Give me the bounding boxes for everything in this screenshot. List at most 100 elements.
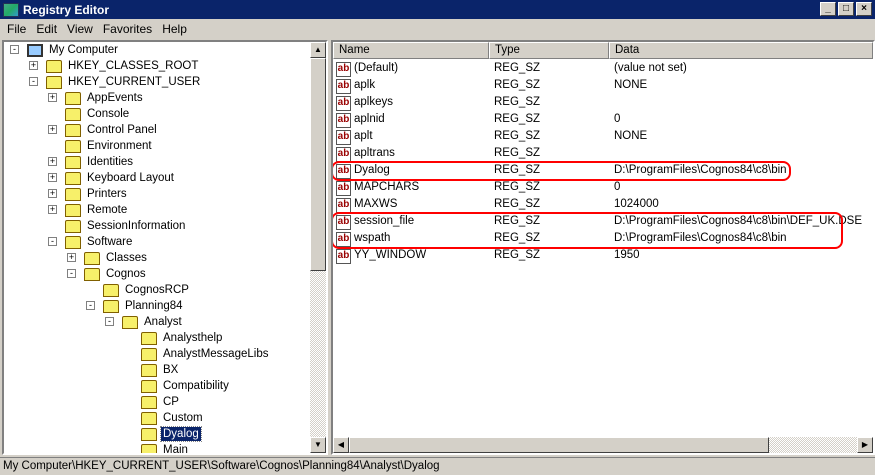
value-type: REG_SZ	[494, 147, 541, 159]
value-type: REG_SZ	[494, 181, 541, 193]
tree-item-hkey-current-user[interactable]: - HKEY_CURRENT_USER	[29, 74, 202, 90]
expand-icon[interactable]: +	[48, 205, 57, 214]
expand-icon[interactable]: +	[48, 125, 57, 134]
folder-icon	[65, 187, 81, 201]
value-name: MAXWS	[354, 198, 398, 210]
collapse-icon[interactable]: -	[67, 269, 76, 278]
column-header-type[interactable]: Type	[489, 42, 609, 59]
string-value-icon: ab	[336, 249, 351, 264]
values-horizontal-scrollbar[interactable]: ◀ ▶	[333, 437, 873, 453]
scroll-down-button[interactable]: ▼	[310, 437, 326, 453]
tree-item-label: Main	[163, 444, 188, 455]
close-button[interactable]: ×	[856, 2, 872, 16]
tree-item-label: Keyboard Layout	[87, 172, 174, 184]
tree-item-dyalog[interactable]: Dyalog	[141, 426, 202, 442]
scroll-up-button[interactable]: ▲	[310, 42, 326, 58]
tree-item-planning84[interactable]: - Planning84	[86, 298, 185, 314]
menu-help[interactable]: Help	[157, 22, 192, 36]
tree-item-hkey-classes-root[interactable]: + HKEY_CLASSES_ROOT	[29, 58, 200, 74]
collapse-icon[interactable]: -	[48, 237, 57, 246]
string-value-icon: ab	[336, 96, 351, 111]
tree-item-identities[interactable]: + Identities	[48, 154, 135, 170]
value-data: 0	[614, 113, 621, 125]
expand-icon[interactable]: +	[48, 173, 57, 182]
value-row[interactable]: ab aplt REG_SZ NONE	[333, 129, 873, 146]
folder-icon	[65, 107, 81, 121]
folder-icon	[65, 123, 81, 137]
tree-item-keyboard-layout[interactable]: + Keyboard Layout	[48, 170, 176, 186]
collapse-icon[interactable]: -	[86, 301, 95, 310]
h-scroll-thumb[interactable]	[349, 437, 769, 453]
value-type: REG_SZ	[494, 249, 541, 261]
value-row[interactable]: ab aplk REG_SZ NONE	[333, 78, 873, 95]
scroll-right-button[interactable]: ▶	[857, 437, 873, 453]
tree-item-environment[interactable]: Environment	[65, 138, 154, 154]
column-header-data[interactable]: Data	[609, 42, 873, 59]
tree-item-cognosrcp[interactable]: CognosRCP	[103, 282, 191, 298]
folder-icon	[141, 331, 157, 345]
tree-item-label: Software	[87, 236, 133, 248]
folder-icon	[46, 75, 62, 89]
string-value-icon: ab	[336, 113, 351, 128]
value-name: aplt	[354, 130, 373, 142]
collapse-icon[interactable]: -	[105, 317, 114, 326]
key-tree-pane: - My Computer + HKEY_CLASSES_ROOT - HKEY_CURR…	[2, 40, 328, 455]
value-row[interactable]: ab aplnid REG_SZ 0	[333, 112, 873, 129]
scroll-thumb[interactable]	[310, 58, 326, 271]
tree-item-console[interactable]: Console	[65, 106, 131, 122]
tree-item-bx[interactable]: BX	[141, 362, 180, 378]
folder-icon	[141, 347, 157, 361]
tree-item-my-computer[interactable]: - My Computer	[10, 42, 120, 58]
scroll-left-button[interactable]: ◀	[333, 437, 349, 453]
menu-file[interactable]: File	[2, 22, 31, 36]
value-row[interactable]: ab aplkeys REG_SZ	[333, 95, 873, 112]
minimize-button[interactable]: _	[820, 2, 836, 16]
tree-item-analystmessagelibs[interactable]: AnalystMessageLibs	[141, 346, 270, 362]
tree-item-main[interactable]: Main	[141, 442, 190, 455]
folder-icon	[65, 91, 81, 105]
tree-item-compatibility[interactable]: Compatibility	[141, 378, 231, 394]
string-value-icon: ab	[336, 62, 351, 77]
tree-item-analyst[interactable]: - Analyst	[105, 314, 184, 330]
value-type: REG_SZ	[494, 113, 541, 125]
value-type: REG_SZ	[494, 79, 541, 91]
tree-vertical-scrollbar[interactable]: ▲ ▼	[310, 42, 326, 453]
expand-icon[interactable]: +	[48, 93, 57, 102]
tree-item-label: SessionInformation	[87, 220, 186, 232]
tree-item-label: BX	[163, 364, 179, 376]
value-name: YY_WINDOW	[354, 249, 427, 261]
tree-item-remote[interactable]: + Remote	[48, 202, 129, 218]
value-data: NONE	[614, 130, 648, 142]
maximize-button[interactable]: □	[838, 2, 854, 16]
value-row[interactable]: ab MAPCHARS REG_SZ 0	[333, 180, 873, 197]
tree-item-sessioninformation[interactable]: SessionInformation	[65, 218, 187, 234]
tree-item-control-panel[interactable]: + Control Panel	[48, 122, 159, 138]
collapse-icon[interactable]: -	[10, 45, 19, 54]
tree-item-printers[interactable]: + Printers	[48, 186, 129, 202]
collapse-icon[interactable]: -	[29, 77, 38, 86]
menu-edit[interactable]: Edit	[31, 22, 62, 36]
value-name: MAPCHARS	[354, 181, 420, 193]
tree-item-cp[interactable]: CP	[141, 394, 181, 410]
computer-icon	[27, 43, 43, 57]
tree-item-classes[interactable]: + Classes	[67, 250, 149, 266]
tree-item-custom[interactable]: Custom	[141, 410, 205, 426]
expand-icon[interactable]: +	[29, 61, 38, 70]
value-data: 0	[614, 181, 621, 193]
tree-item-software[interactable]: - Software	[48, 234, 134, 250]
tree-item-appevents[interactable]: + AppEvents	[48, 90, 145, 106]
value-row[interactable]: ab (Default) REG_SZ (value not set)	[333, 61, 873, 78]
expand-icon[interactable]: +	[48, 157, 57, 166]
folder-icon	[65, 203, 81, 217]
value-row[interactable]: ab YY_WINDOW REG_SZ 1950	[333, 248, 873, 265]
menu-favorites[interactable]: Favorites	[98, 22, 157, 36]
expand-icon[interactable]: +	[48, 189, 57, 198]
expand-icon[interactable]: +	[67, 253, 76, 262]
folder-icon	[141, 411, 157, 425]
column-header-name[interactable]: Name	[333, 42, 489, 59]
tree-item-cognos[interactable]: - Cognos	[67, 266, 148, 282]
value-name: aplnid	[354, 113, 385, 125]
menu-view[interactable]: View	[62, 22, 98, 36]
tree-item-label: Console	[87, 108, 130, 120]
tree-item-analysthelp[interactable]: Analysthelp	[141, 330, 224, 346]
